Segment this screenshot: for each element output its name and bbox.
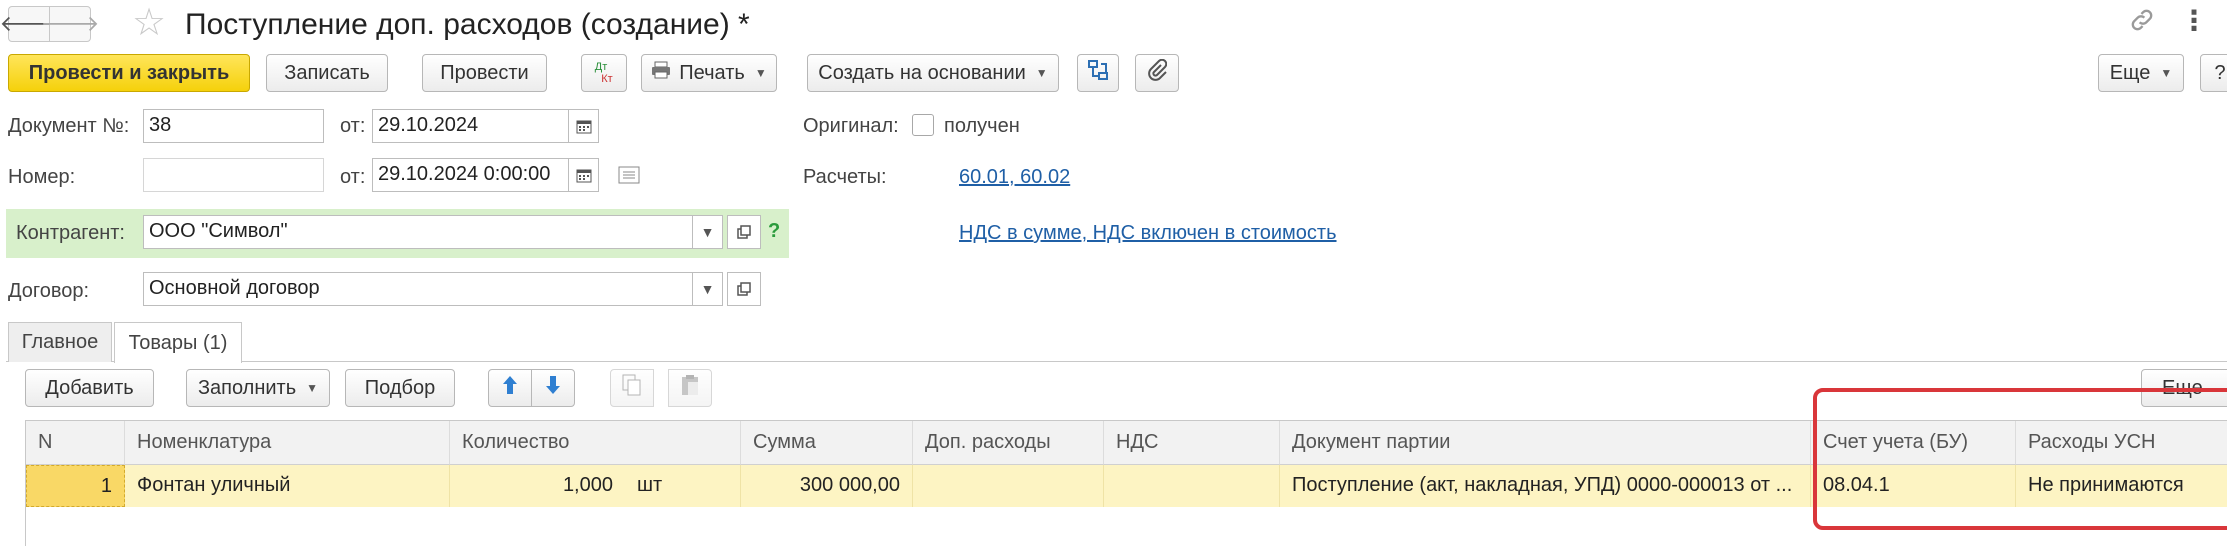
calendar-icon[interactable] xyxy=(569,109,599,143)
more-button[interactable]: Еще ▼ xyxy=(2098,54,2184,92)
original-received-checkbox[interactable] xyxy=(912,114,934,136)
column-header-vat[interactable]: НДС xyxy=(1104,421,1280,465)
structure-button[interactable] xyxy=(1077,54,1119,92)
contract-field[interactable]: Основной договор xyxy=(143,272,693,306)
cell-extra-costs[interactable] xyxy=(913,465,1104,507)
fill-label: Заполнить xyxy=(197,376,297,399)
paste-icon xyxy=(680,374,700,402)
copy-icon xyxy=(622,374,642,402)
cell-batch-doc[interactable]: Поступление (акт, накладная, УПД) 0000-0… xyxy=(1280,465,1811,507)
attach-button[interactable] xyxy=(1135,54,1179,92)
move-down-button[interactable] xyxy=(531,369,575,407)
select-button[interactable]: Подбор xyxy=(345,369,455,407)
counterparty-help-icon[interactable]: ? xyxy=(768,220,780,243)
cell-item[interactable]: Фонтан уличный xyxy=(125,465,450,507)
save-button[interactable]: Записать xyxy=(266,54,388,92)
chevron-down-icon: ▼ xyxy=(306,381,319,395)
move-up-button[interactable] xyxy=(488,369,532,407)
original-received-label: получен xyxy=(944,115,1020,137)
tab-goods[interactable]: Товары (1) xyxy=(114,322,242,363)
date-label: от: xyxy=(340,115,366,137)
page-title: Поступление доп. расходов (создание) * xyxy=(185,8,750,41)
cell-unit[interactable]: шт xyxy=(625,465,741,507)
cell-quantity[interactable]: 1,000 xyxy=(450,465,625,507)
open-icon[interactable] xyxy=(727,215,761,249)
dt-kt-icon-top: Дт xyxy=(594,61,608,73)
settlements-label: Расчеты: xyxy=(803,166,887,188)
column-header-item[interactable]: Номенклатура xyxy=(125,421,450,465)
cell-sum[interactable]: 300 000,00 xyxy=(741,465,913,507)
cell-vat[interactable] xyxy=(1104,465,1280,507)
arrow-right-icon: 🡒 xyxy=(40,11,100,36)
column-header-sum[interactable]: Сумма xyxy=(741,421,913,465)
post-and-close-button[interactable]: Провести и закрыть xyxy=(8,54,250,92)
chevron-down-icon: ▼ xyxy=(2160,66,2173,80)
post-button[interactable]: Провести xyxy=(422,54,547,92)
chevron-down-icon[interactable]: ▼ xyxy=(693,215,723,249)
counterparty-field[interactable]: ООО "Символ" xyxy=(143,215,693,249)
vat-link[interactable]: НДС в сумме, НДС включен в стоимость xyxy=(959,222,1337,245)
create-based-on-button[interactable]: Создать на основании ▼ xyxy=(807,54,1059,92)
chevron-down-icon[interactable]: ▼ xyxy=(693,272,723,306)
dt-kt-icon-bottom: Кт xyxy=(601,73,613,85)
create-based-on-label: Создать на основании xyxy=(818,61,1026,84)
print-label: Печать xyxy=(679,61,745,84)
chevron-down-icon: ▼ xyxy=(1035,66,1048,80)
doc-number-label: Документ №: xyxy=(8,115,130,137)
column-header-n[interactable]: N xyxy=(26,421,125,465)
number-field[interactable] xyxy=(143,158,324,192)
fill-button[interactable]: Заполнить ▼ xyxy=(186,369,330,407)
datetime-field[interactable]: 29.10.2024 0:00:00 xyxy=(372,158,569,192)
printer-icon xyxy=(651,61,671,85)
paste-button[interactable] xyxy=(668,369,712,407)
contract-label: Договор: xyxy=(8,280,90,302)
counterparty-label: Контрагент: xyxy=(16,222,125,244)
forward-button[interactable]: 🡒 xyxy=(41,6,100,42)
tabs-divider xyxy=(6,361,2227,362)
more-label: Еще xyxy=(2109,61,2151,84)
number-label: Номер: xyxy=(8,166,76,188)
hierarchy-icon xyxy=(1087,59,1109,87)
highlight-annotation xyxy=(1813,388,2227,530)
dt-kt-button[interactable]: Дт Кт xyxy=(581,54,627,92)
help-button[interactable]: ? xyxy=(2200,54,2227,92)
original-label: Оригинал: xyxy=(803,115,899,137)
comment-icon[interactable] xyxy=(618,166,640,190)
chain-link-icon[interactable] xyxy=(2128,6,2156,41)
column-header-quantity[interactable]: Количество xyxy=(450,421,741,465)
date2-label: от: xyxy=(340,166,366,188)
settlements-link[interactable]: 60.01, 60.02 xyxy=(959,166,1070,189)
cell-n[interactable]: 1 xyxy=(26,465,125,507)
arrow-down-icon xyxy=(545,375,561,401)
copy-button[interactable] xyxy=(610,369,654,407)
star-icon[interactable]: ☆ xyxy=(132,4,166,42)
column-header-batch-doc[interactable]: Документ партии xyxy=(1280,421,1811,465)
doc-number-field[interactable]: 38 xyxy=(143,109,324,143)
column-header-extra-costs[interactable]: Доп. расходы xyxy=(913,421,1104,465)
open-icon[interactable] xyxy=(727,272,761,306)
chevron-down-icon: ▼ xyxy=(754,66,767,80)
calendar-icon[interactable] xyxy=(569,158,599,192)
vertical-dots-icon[interactable]: ⋮ xyxy=(2180,4,2208,37)
print-button[interactable]: Печать ▼ xyxy=(641,54,777,92)
add-row-button[interactable]: Добавить xyxy=(25,369,154,407)
tab-main[interactable]: Главное xyxy=(8,322,112,362)
paperclip-icon xyxy=(1147,58,1168,87)
date-field[interactable]: 29.10.2024 xyxy=(372,109,569,143)
arrow-up-icon xyxy=(502,375,518,401)
